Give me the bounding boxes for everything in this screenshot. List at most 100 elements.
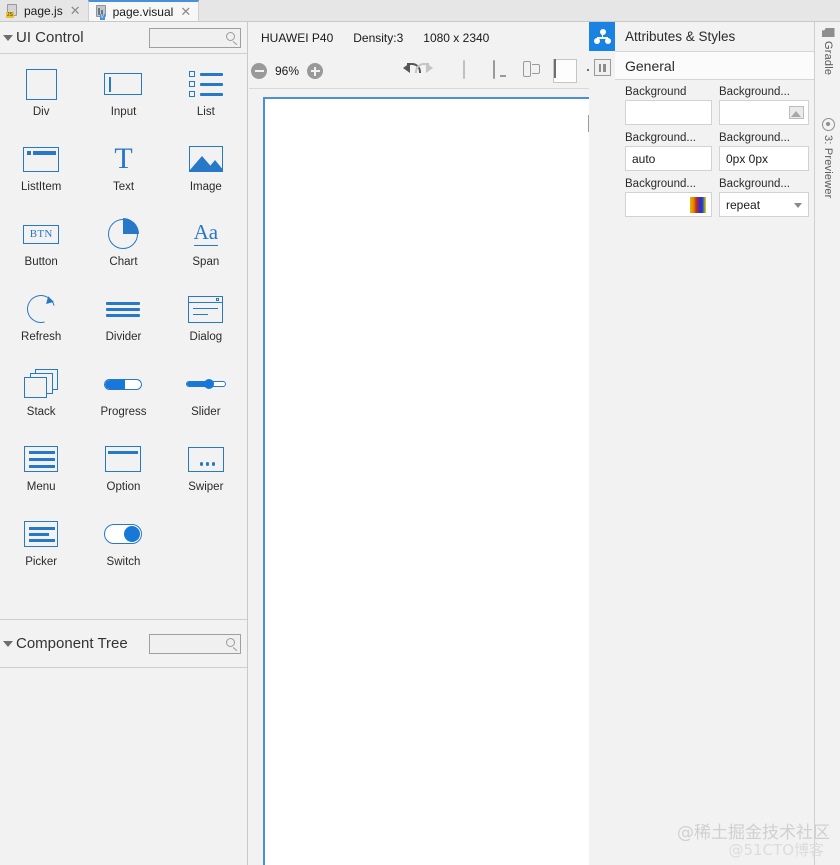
- attributes-section-strip: General: [615, 51, 814, 80]
- refresh-icon: [21, 289, 61, 329]
- property-background-size: Background... auto: [625, 132, 712, 171]
- close-icon[interactable]: ✕: [180, 5, 191, 18]
- zoom-controls: 96%: [251, 63, 324, 79]
- palette-item-swiper[interactable]: Swiper: [165, 441, 247, 516]
- palette-item-text[interactable]: T Text: [82, 141, 164, 216]
- canvas-viewport[interactable]: [249, 90, 614, 865]
- tab-page-js[interactable]: JS page.js ✕: [0, 0, 88, 21]
- span-icon: Aa: [186, 216, 226, 252]
- editor-tab-bar: JS page.js ✕ V page.visual ✕: [0, 0, 840, 22]
- image-picker-icon[interactable]: [789, 106, 804, 119]
- js-file-icon: JS: [6, 3, 19, 18]
- palette-item-image[interactable]: Image: [165, 141, 247, 216]
- attributes-pause-button[interactable]: [593, 59, 611, 76]
- button-icon-glyph: BTN: [23, 224, 60, 244]
- property-value-input[interactable]: [719, 100, 809, 125]
- collapse-caret-icon[interactable]: [0, 22, 16, 53]
- previewer-icon: [821, 118, 835, 131]
- button-icon: BTN: [21, 216, 61, 252]
- palette-item-refresh[interactable]: Refresh: [0, 289, 82, 366]
- component-tree-search-input[interactable]: [149, 633, 241, 654]
- rail-item-gradle[interactable]: Gradle: [815, 26, 840, 75]
- div-icon: [21, 66, 61, 102]
- palette-item-option[interactable]: Option: [82, 441, 164, 516]
- palette-item-label: Progress: [100, 406, 147, 418]
- option-icon: [103, 441, 143, 477]
- property-background-repeat: Background... repeat: [719, 178, 809, 217]
- property-value-text: repeat: [726, 197, 761, 212]
- left-panel: UI Control Div Input List ListItem T Tex…: [0, 22, 248, 865]
- property-row: Background... auto Background... 0px 0px: [625, 132, 814, 171]
- dialog-icon: [186, 291, 226, 327]
- palette-item-picker[interactable]: Picker: [0, 516, 82, 591]
- palette-item-switch[interactable]: Switch: [82, 516, 164, 591]
- palette-item-button[interactable]: BTN Button: [0, 216, 82, 291]
- redo-button[interactable]: [433, 61, 453, 81]
- rail-item-label: 3: Previewer: [822, 135, 834, 199]
- attributes-panel: Attributes & Styles General Background B…: [589, 22, 814, 865]
- gradient-swatch-icon[interactable]: [690, 197, 706, 213]
- palette-item-list[interactable]: List: [165, 66, 247, 141]
- device-name: HUAWEI P40: [261, 31, 334, 45]
- chart-icon: [103, 216, 143, 252]
- property-label: Background...: [719, 178, 790, 190]
- palette-item-label: List: [196, 106, 215, 118]
- palette-item-menu[interactable]: Menu: [0, 441, 82, 516]
- property-value-input[interactable]: [625, 192, 712, 217]
- property-value-input[interactable]: [625, 100, 712, 125]
- property-value-input[interactable]: 0px 0px: [719, 146, 809, 171]
- palette-item-span[interactable]: Aa Span: [165, 216, 247, 291]
- zoom-in-button[interactable]: [307, 63, 324, 79]
- property-value-input[interactable]: auto: [625, 146, 712, 171]
- component-tree-body: [0, 668, 247, 865]
- ide-window: JS page.js ✕ V page.visual ✕ UI Control …: [0, 0, 840, 865]
- palette-item-slider[interactable]: Slider: [165, 366, 247, 441]
- component-tree-header: Component Tree: [0, 620, 247, 668]
- palette-item-divider[interactable]: Divider: [82, 291, 164, 366]
- canvas-area: HUAWEI P40 Density:3 1080 x 2340 96%: [249, 22, 674, 865]
- tab-label: page.visual: [112, 4, 174, 19]
- rail-item-previewer[interactable]: 3: Previewer: [815, 118, 840, 199]
- device-preview-frame[interactable]: [263, 97, 610, 865]
- property-value-select[interactable]: repeat: [719, 192, 809, 217]
- slider-icon: [185, 366, 226, 402]
- palette-item-listitem[interactable]: ListItem: [0, 141, 82, 216]
- palette-item-stack[interactable]: Stack: [0, 366, 82, 441]
- ui-control-title: UI Control: [16, 28, 84, 46]
- palette-item-div[interactable]: Div: [0, 66, 82, 141]
- palette-item-progress[interactable]: Progress: [82, 366, 164, 441]
- close-icon[interactable]: ✕: [70, 4, 81, 17]
- divider-icon: [103, 291, 143, 327]
- palette-item-label: Chart: [109, 256, 138, 268]
- square-preview-button[interactable]: [553, 59, 578, 83]
- palette-item-label: Swiper: [188, 481, 224, 493]
- rail-item-label: Gradle: [822, 41, 834, 76]
- property-background-image: Background...: [719, 86, 809, 125]
- zoom-out-button[interactable]: [251, 63, 267, 79]
- property-background-color: Background: [625, 86, 712, 125]
- foldable-preview-button[interactable]: [523, 61, 543, 81]
- palette-item-label: Refresh: [21, 331, 62, 343]
- search-icon: [226, 637, 235, 647]
- phone-preview-button[interactable]: [463, 60, 483, 81]
- right-tool-rail: Gradle 3: Previewer: [814, 22, 840, 865]
- palette-item-label: Menu: [26, 481, 56, 493]
- phone-icon: [463, 60, 466, 79]
- general-tab-icon-button[interactable]: [589, 22, 615, 51]
- chevron-down-icon: [794, 203, 802, 208]
- tablet-preview-button[interactable]: [493, 60, 513, 81]
- palette-item-chart[interactable]: Chart: [82, 216, 164, 291]
- palette-item-dialog[interactable]: Dialog: [165, 291, 247, 366]
- palette-item-input[interactable]: Input: [82, 66, 164, 141]
- tablet-icon: [493, 60, 496, 79]
- property-background-position: Background... 0px 0px: [719, 132, 809, 171]
- collapse-caret-icon[interactable]: [0, 620, 16, 667]
- device-resolution: 1080 x 2340: [423, 31, 490, 45]
- search-icon: [226, 31, 235, 41]
- tab-page-visual[interactable]: V page.visual ✕: [87, 0, 200, 21]
- component-tree-title: Component Tree: [16, 634, 128, 652]
- ui-control-search-input[interactable]: [149, 27, 241, 48]
- canvas-toolbar: 96%: [249, 54, 674, 89]
- palette-item-label: Button: [24, 256, 58, 268]
- property-label: Background...: [625, 132, 696, 144]
